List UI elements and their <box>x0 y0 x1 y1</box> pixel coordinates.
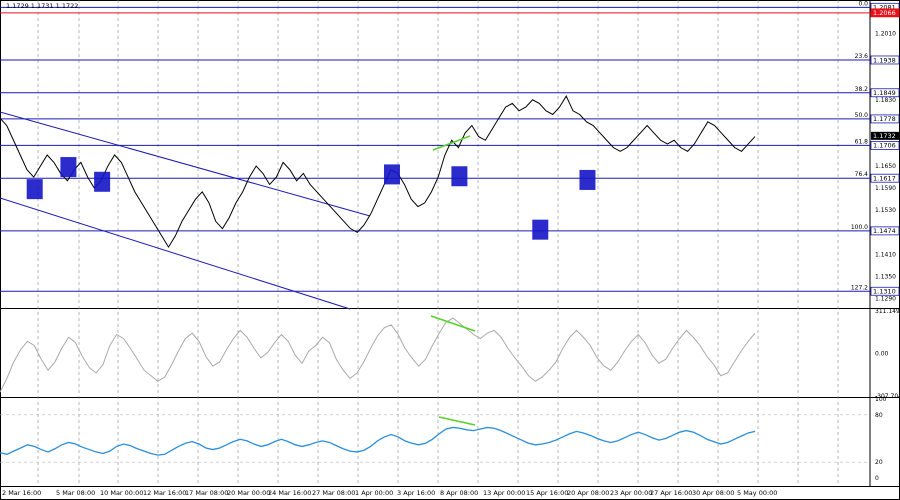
fib-level-label: 127.2 <box>851 284 868 291</box>
price-axis-label: 1.1650 <box>875 163 896 170</box>
price-level-tag-text: 1.1778 <box>873 115 896 123</box>
time-axis-label: 30 Apr 08:00 <box>692 489 734 497</box>
cci-axis-label: 311.1497 <box>875 308 900 315</box>
fib-level-label: 0.0 <box>858 0 868 7</box>
price-axis-label: 1.1410 <box>875 251 896 258</box>
price-level-tag-text: 1.2066 <box>873 9 896 17</box>
price-axis-label: 1.1590 <box>875 185 896 192</box>
channel-lower-line <box>0 197 351 310</box>
time-axis-label: 20 Mar 00:00 <box>227 489 270 497</box>
trading-chart[interactable]: 1.1729 1.1731 1.1722 2 Mar 16:00 5 Mar 08… <box>0 0 900 500</box>
rsi-axis-label: 0 <box>875 475 879 482</box>
price-level-tag-text: 1.1310 <box>873 288 896 296</box>
fib-level-label: 23.6 <box>855 53 869 60</box>
time-axis-label: 15 Apr 16:00 <box>526 489 568 497</box>
annotation-box <box>383 164 400 185</box>
chart-frame <box>0 0 900 500</box>
annotation-box <box>60 157 77 178</box>
annotation-box <box>94 171 111 192</box>
price-level-tag-text: 1.1938 <box>873 56 896 64</box>
time-axis-label: 20 Apr 08:00 <box>567 489 609 497</box>
time-axis-label: 27 Apr 16:00 <box>650 489 692 497</box>
annotation-box <box>451 166 468 187</box>
time-axis-label: 5 May 00:00 <box>737 489 777 497</box>
price-level-tag-text: 1.1849 <box>873 89 896 97</box>
price-axis-label: 1.1830 <box>875 97 896 104</box>
current-price-tag-text: 1.1732 <box>873 132 896 140</box>
rsi-axis-label: 20 <box>875 459 883 466</box>
time-axis-label: 1 Apr 00:00 <box>355 489 393 497</box>
rsi-line <box>0 426 756 456</box>
time-axis-label: 13 Apr 00:00 <box>483 489 525 497</box>
fib-level-label: 50.0 <box>855 112 869 119</box>
time-axis-label: 2 Mar 16:00 <box>2 489 41 497</box>
rsi-divergence-line <box>438 416 476 426</box>
cci-line <box>0 317 756 393</box>
rsi-axis-label: 80 <box>875 412 883 419</box>
time-axis-label: 5 Mar 08:00 <box>56 489 95 497</box>
fib-level-label: 76.4 <box>855 171 869 178</box>
chart-canvas[interactable]: 2 Mar 16:00 5 Mar 08:00 10 Mar 00:00 12 Mar… <box>0 0 900 500</box>
time-axis-label: 24 Mar 16:00 <box>268 489 311 497</box>
price-axis-label: 1.2010 <box>875 30 896 37</box>
rsi-axis-label: 100 <box>875 396 887 403</box>
fib-level-label: 61.8 <box>855 138 869 145</box>
price-axis-label: 1.1350 <box>875 274 896 281</box>
price-level-tag-text: 1.1617 <box>873 175 896 183</box>
fib-level-label: 38.2 <box>855 86 869 93</box>
fib-level-label: 100.0 <box>851 224 868 231</box>
price-level-tag-text: 1.1706 <box>873 142 896 150</box>
annotation-box <box>579 169 596 190</box>
time-axis-label: 12 Mar 16:00 <box>143 489 186 497</box>
time-axis-label: 8 Apr 08:00 <box>440 489 478 497</box>
annotation-box <box>532 219 549 240</box>
time-axis-label: 17 Mar 08:00 <box>185 489 228 497</box>
ohlc-readout: 1.1729 1.1731 1.1722 <box>6 2 79 10</box>
time-axis-label: 23 Apr 00:00 <box>610 489 652 497</box>
price-axis-label: 1.1290 <box>875 296 896 303</box>
time-axis-label: 3 Apr 16:00 <box>397 489 435 497</box>
time-axis-label: 10 Mar 00:00 <box>100 489 143 497</box>
cci-axis-label: 0.00 <box>875 351 889 358</box>
price-level-tag-text: 1.1474 <box>873 227 896 235</box>
time-axis-label: 27 Mar 08:00 <box>312 489 355 497</box>
annotation-box <box>26 179 43 200</box>
price-axis-label: 1.1530 <box>875 207 896 214</box>
price-divergence-line <box>432 135 471 151</box>
